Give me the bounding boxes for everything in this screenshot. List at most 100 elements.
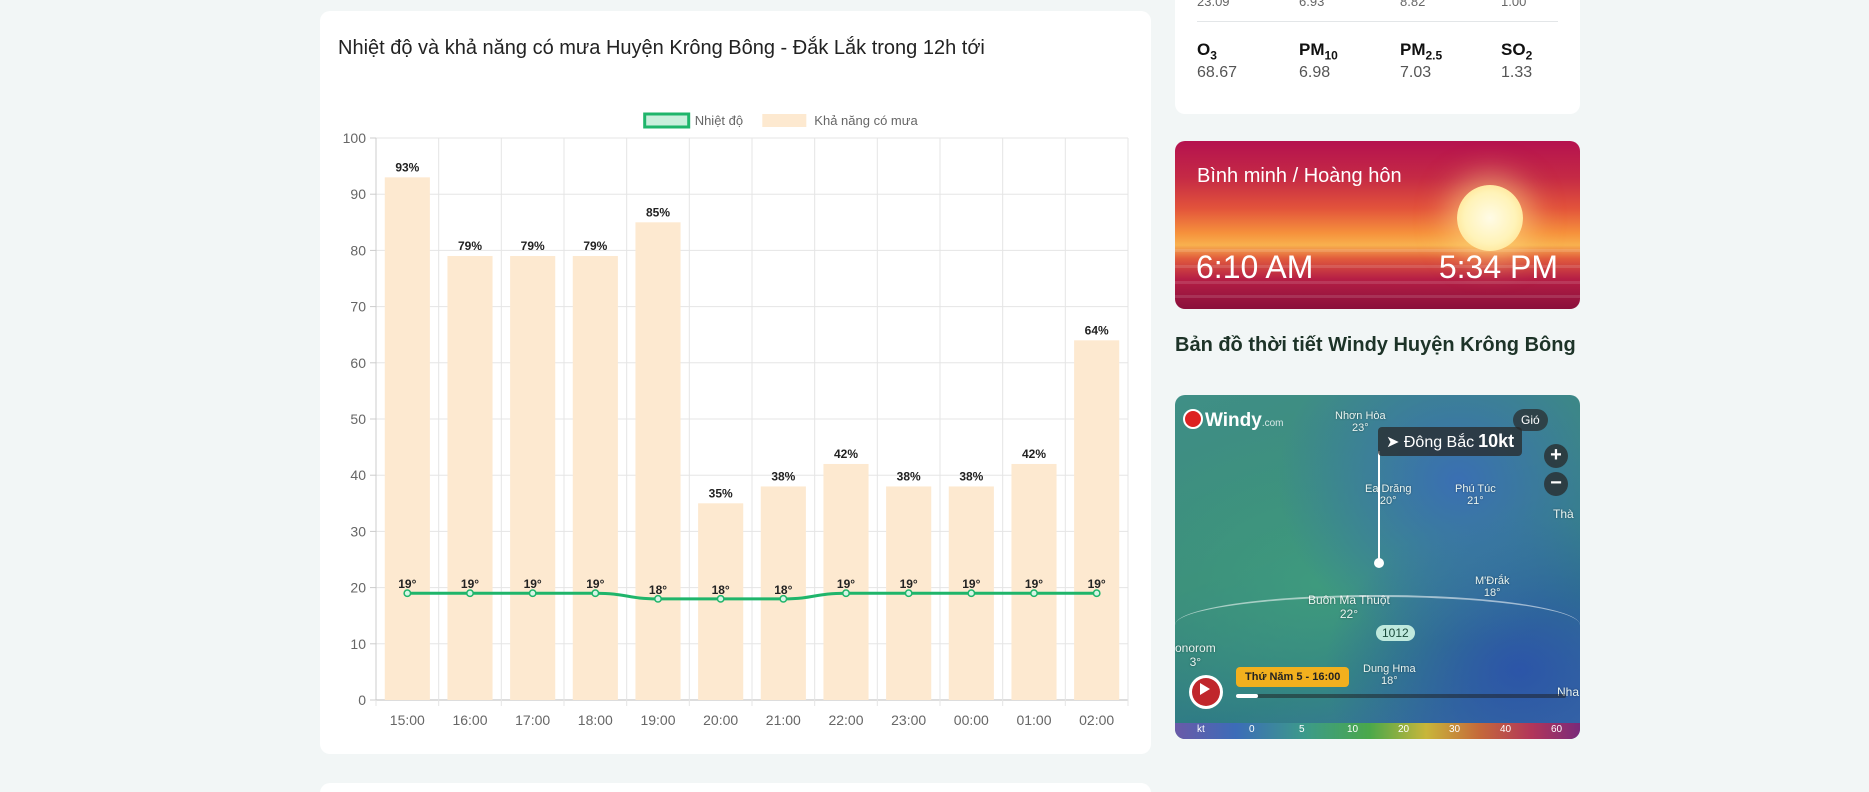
x-tick-label: 00:00 bbox=[954, 712, 989, 728]
bar-data-label: 38% bbox=[771, 469, 795, 483]
zoom-out-button[interactable]: − bbox=[1544, 472, 1568, 496]
air-quality-card: 23.09 6.93 8.82 1.00 O3 68.67 PM10 6.98 … bbox=[1175, 0, 1580, 114]
bar-data-label: 35% bbox=[709, 486, 733, 500]
x-tick-label: 23:00 bbox=[891, 712, 926, 728]
pollutant-name: SO2 bbox=[1501, 40, 1533, 63]
y-tick-label: 20 bbox=[350, 580, 366, 596]
bar-data-label: 93% bbox=[395, 160, 419, 174]
play-icon bbox=[1200, 683, 1210, 695]
temperature-data-label: 19° bbox=[837, 577, 855, 591]
timeline-progress[interactable] bbox=[1236, 694, 1258, 698]
air-value: 8.82 bbox=[1400, 0, 1426, 9]
x-tick-label: 18:00 bbox=[578, 712, 613, 728]
air-value: 6.93 bbox=[1299, 0, 1325, 9]
bar-rain-chance bbox=[572, 256, 618, 700]
temperature-data-label: 18° bbox=[774, 583, 792, 597]
air-quality-previous-row: 23.09 6.93 8.82 1.00 bbox=[1175, 0, 1580, 10]
wind-tooltip: ➤ Đông Bắc 10kt bbox=[1378, 427, 1523, 456]
bar-rain-chance bbox=[510, 256, 556, 700]
sunrise-sunset-card: Bình minh / Hoàng hôn 6:10 AM 5:34 PM bbox=[1175, 141, 1580, 309]
pollutant-pm10: PM10 6.98 bbox=[1299, 40, 1338, 82]
bar-data-label: 42% bbox=[834, 447, 858, 461]
y-tick-label: 30 bbox=[350, 523, 366, 539]
map-city: Ea Drăng 20° bbox=[1365, 483, 1412, 507]
temperature-data-label: 19° bbox=[398, 577, 416, 591]
layer-selector[interactable]: Gió bbox=[1513, 409, 1548, 431]
x-tick-label: 19:00 bbox=[640, 712, 675, 728]
windy-map[interactable]: Windy.com Nhơn Hòa 23° Ea Drăng 20° Phú Tú… bbox=[1175, 395, 1580, 739]
x-tick-label: 20:00 bbox=[703, 712, 738, 728]
temperature-data-label: 18° bbox=[712, 583, 730, 597]
next-card bbox=[320, 783, 1151, 792]
bar-data-label: 79% bbox=[521, 239, 545, 253]
y-tick-label: 50 bbox=[350, 411, 366, 427]
pollutant-value: 68.67 bbox=[1197, 64, 1238, 82]
bar-rain-chance bbox=[447, 256, 493, 700]
air-value: 1.00 bbox=[1501, 0, 1527, 9]
temperature-data-label: 19° bbox=[524, 577, 542, 591]
map-city: Dung Hma 18° bbox=[1363, 663, 1416, 687]
pollutant-value: 6.98 bbox=[1299, 64, 1331, 82]
legend-swatch-temperature bbox=[643, 112, 691, 129]
wind-arrow-icon: ➤ bbox=[1386, 434, 1400, 451]
map-pin[interactable] bbox=[1374, 558, 1384, 568]
bar-rain-chance bbox=[635, 222, 681, 701]
y-tick-label: 10 bbox=[350, 636, 366, 652]
isobar-line bbox=[1175, 595, 1580, 655]
sunset-time: 5:34 PM bbox=[1438, 249, 1558, 285]
wind-speed: 10kt bbox=[1478, 431, 1515, 451]
chart-card: Nhiệt độ và khả năng có mưa Huyện Krông … bbox=[320, 11, 1151, 754]
temperature-data-label: 19° bbox=[962, 577, 980, 591]
map-city: M'Đrắk 18° bbox=[1475, 575, 1510, 599]
temperature-data-label: 19° bbox=[900, 577, 918, 591]
temperature-data-label: 19° bbox=[461, 577, 479, 591]
pressure-label: 1012 bbox=[1376, 625, 1415, 641]
x-tick-label: 21:00 bbox=[766, 712, 801, 728]
bar-data-label: 38% bbox=[959, 469, 983, 483]
bar-rain-chance bbox=[1074, 340, 1120, 700]
x-tick-label: 16:00 bbox=[452, 712, 487, 728]
y-tick-label: 60 bbox=[350, 355, 366, 371]
pollutant-o3: O3 68.67 bbox=[1197, 40, 1237, 82]
sun-icon bbox=[1457, 185, 1523, 251]
x-tick-label: 01:00 bbox=[1016, 712, 1051, 728]
map-city: Phú Túc 21° bbox=[1455, 483, 1496, 507]
zoom-in-button[interactable]: + bbox=[1544, 444, 1568, 468]
bar-rain-chance bbox=[384, 177, 430, 701]
windy-logo[interactable]: Windy.com bbox=[1205, 410, 1284, 432]
temperature-data-label: 19° bbox=[1088, 577, 1106, 591]
bar-data-label: 38% bbox=[897, 469, 921, 483]
map-pin-line bbox=[1378, 451, 1380, 559]
y-tick-label: 80 bbox=[350, 242, 366, 258]
sunrise-time: 6:10 AM bbox=[1196, 249, 1314, 285]
rain-temperature-chart: Nhiệt độ Khả năng có mưa 0 10 20 30 40 50 60 70 80… bbox=[343, 112, 1129, 728]
x-tick-label: 02:00 bbox=[1079, 712, 1114, 728]
timeline-track[interactable] bbox=[1236, 694, 1566, 698]
y-tick-label: 0 bbox=[358, 692, 366, 708]
x-tick-label: 15:00 bbox=[390, 712, 425, 728]
legend-swatch-rain bbox=[762, 114, 807, 127]
windy-logo-icon bbox=[1183, 409, 1203, 429]
pollutant-name: O3 bbox=[1197, 40, 1217, 63]
pollutant-name: PM10 bbox=[1299, 40, 1338, 63]
x-tick-label: 22:00 bbox=[828, 712, 863, 728]
map-city: Thà bbox=[1553, 507, 1574, 521]
map-heading: Bản đồ thời tiết Windy Huyện Krông Bông bbox=[1175, 334, 1576, 356]
play-button[interactable] bbox=[1189, 675, 1223, 709]
bar-data-label: 64% bbox=[1085, 323, 1109, 337]
pollutant-name: PM2.5 bbox=[1400, 40, 1443, 63]
pollutant-value: 7.03 bbox=[1400, 64, 1432, 82]
bar-data-label: 79% bbox=[583, 239, 607, 253]
y-tick-label: 70 bbox=[350, 299, 366, 315]
x-tick-label: 17:00 bbox=[515, 712, 550, 728]
temperature-data-label: 19° bbox=[1025, 577, 1043, 591]
timeline-time-label: Thứ Năm 5 - 16:00 bbox=[1236, 667, 1350, 687]
y-tick-label: 90 bbox=[350, 186, 366, 202]
pollutant-value: 1.33 bbox=[1501, 64, 1533, 82]
bar-data-label: 85% bbox=[646, 205, 670, 219]
y-tick-label: 40 bbox=[350, 467, 366, 483]
bar-data-label: 42% bbox=[1022, 447, 1046, 461]
air-value: 23.09 bbox=[1197, 0, 1230, 9]
wind-direction: Đông Bắc bbox=[1403, 434, 1475, 451]
wind-scale-bar: kt 0 5 10 20 30 40 60 bbox=[1175, 723, 1580, 739]
